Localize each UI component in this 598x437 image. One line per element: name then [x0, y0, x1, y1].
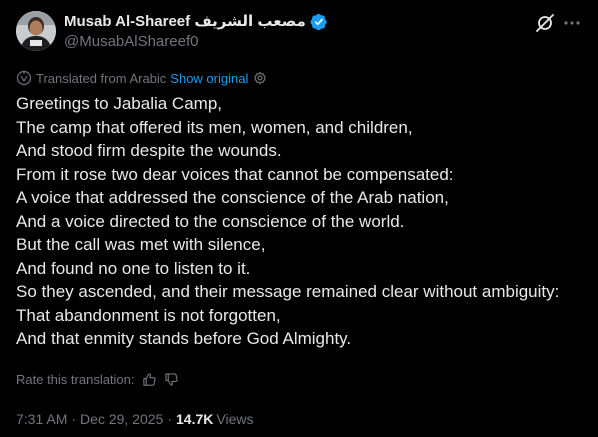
tweet-time[interactable]: 7:31 AM: [16, 411, 67, 427]
translation-notice-text: Translated from Arabic: [36, 70, 167, 86]
author-handle[interactable]: @MusabAlShareef0: [64, 32, 198, 52]
tweet-line: So they ascended, and their message rema…: [16, 282, 560, 301]
translation-notice-row: Translated from Arabic Show original: [16, 69, 267, 87]
tweet-line: But the call was met with silence,: [16, 235, 266, 254]
tweet-line: A voice that addressed the conscience of…: [16, 188, 449, 207]
verified-badge-icon: [310, 13, 327, 31]
grok-icon[interactable]: [535, 13, 555, 33]
more-icon[interactable]: [562, 13, 582, 33]
tweet-line: And a voice directed to the conscience o…: [16, 211, 405, 231]
meta-separator: ·: [167, 411, 173, 427]
tweet-meta-row: 7:31 AM · Dec 29, 2025 · 14.7K Views: [16, 409, 253, 429]
views-count: 14.7K: [176, 411, 214, 427]
gear-icon[interactable]: [253, 71, 267, 85]
meta-separator: ·: [71, 411, 77, 427]
show-original-link[interactable]: Show original: [170, 71, 248, 86]
avatar-image: [16, 11, 56, 51]
author-display-name-row[interactable]: Musab Al-Shareef مصعب الشريف: [64, 12, 328, 32]
tweet-line: From it rose two dear voices that cannot…: [16, 164, 454, 184]
tweet-line: Greetings to Jabalia Camp,: [16, 94, 222, 113]
views-label: Views: [216, 411, 254, 427]
avatar[interactable]: [16, 11, 56, 51]
tweet-line: That abandonment is not forgotten,: [16, 305, 281, 325]
author-display-name[interactable]: Musab Al-Shareef مصعب الشريف: [64, 12, 306, 32]
translate-icon: [16, 70, 32, 86]
tweet-text: Greetings to Jabalia Camp, The camp that…: [16, 92, 591, 351]
rate-translation-label: Rate this translation:: [16, 371, 135, 387]
tweet-date[interactable]: Dec 29, 2025: [80, 411, 163, 427]
rate-translation-row: Rate this translation:: [16, 370, 179, 388]
tweet-line: And that enmity stands before God Almigh…: [16, 329, 352, 348]
tweet-line: And found no one to listen to it.: [16, 258, 251, 278]
thumbs-down-icon[interactable]: [164, 372, 179, 387]
tweet-line: The camp that offered its men, women, an…: [16, 117, 413, 137]
tweet-line: And stood firm despite the wounds.: [16, 141, 282, 160]
thumbs-up-icon[interactable]: [142, 372, 157, 387]
